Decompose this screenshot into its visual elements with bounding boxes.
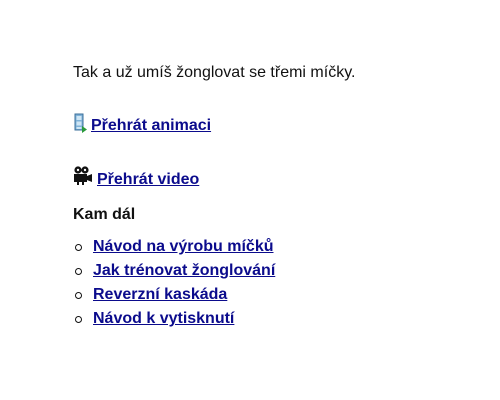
play-animation-link[interactable]: Přehrát animaci bbox=[73, 113, 212, 136]
bullet-icon bbox=[75, 244, 82, 251]
link-juggling-training[interactable]: Jak trénovat žonglování bbox=[93, 262, 275, 279]
next-steps-list: Návod na výrobu míčků Jak trénovat žongl… bbox=[73, 237, 275, 333]
bullet-icon bbox=[75, 316, 82, 323]
bullet-icon bbox=[75, 292, 82, 299]
play-animation-label: Přehrát animaci bbox=[91, 117, 212, 134]
list-item: Jak trénovat žonglování bbox=[73, 261, 275, 285]
link-ball-making-guide[interactable]: Návod na výrobu míčků bbox=[93, 238, 274, 255]
bullet-icon bbox=[75, 268, 82, 275]
intro-text: Tak a už umíš žonglovat se třemi míčky. bbox=[73, 64, 356, 81]
play-video-label: Přehrát video bbox=[97, 171, 200, 188]
link-printable-guide[interactable]: Návod k vytisknutí bbox=[93, 310, 234, 327]
movie-camera-icon bbox=[73, 165, 93, 185]
play-video-link[interactable]: Přehrát video bbox=[73, 166, 200, 190]
link-reverse-cascade[interactable]: Reverzní kaskáda bbox=[93, 286, 227, 303]
list-item: Reverzní kaskáda bbox=[73, 285, 275, 309]
next-steps-heading: Kam dál bbox=[73, 206, 136, 223]
list-item: Návod k vytisknutí bbox=[73, 309, 275, 333]
list-item: Návod na výrobu míčků bbox=[73, 237, 275, 261]
film-strip-icon bbox=[73, 113, 87, 133]
